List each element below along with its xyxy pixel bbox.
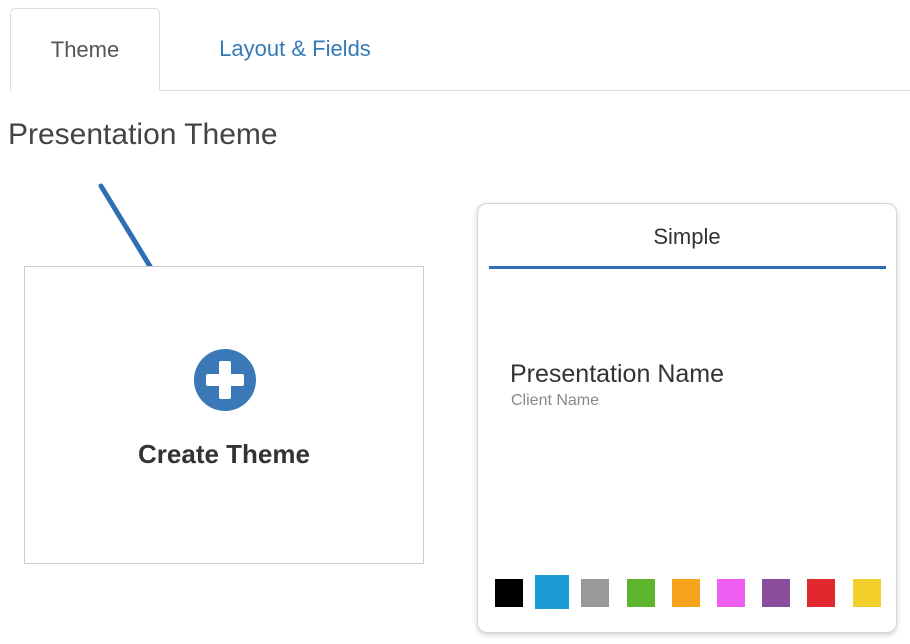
tab-layout-fields[interactable]: Layout & Fields	[160, 8, 430, 90]
color-swatch[interactable]	[627, 579, 655, 607]
preview-client-name: Client Name	[511, 392, 600, 409]
tab-theme[interactable]: Theme	[10, 8, 160, 91]
color-swatches	[495, 575, 885, 609]
preview-presentation-name: Presentation Name	[510, 360, 725, 388]
tab-bar: Theme Layout & Fields	[10, 8, 910, 91]
color-swatch[interactable]	[807, 579, 835, 607]
theme-name: Simple	[653, 224, 721, 249]
color-swatch[interactable]	[581, 579, 609, 607]
color-swatch[interactable]	[717, 579, 745, 607]
create-theme-label: Create Theme	[138, 439, 310, 469]
theme-name-underline	[489, 266, 886, 269]
color-swatch[interactable]	[535, 575, 569, 609]
color-swatch[interactable]	[672, 579, 700, 607]
create-theme-card[interactable]: Create Theme	[24, 266, 424, 564]
theme-card-simple[interactable]: Simple Presentation Name Client Name	[477, 203, 897, 633]
color-swatch[interactable]	[853, 579, 881, 607]
color-swatch[interactable]	[762, 579, 790, 607]
color-swatch[interactable]	[495, 579, 523, 607]
plus-circle-icon[interactable]	[194, 349, 256, 411]
page-title: Presentation Theme	[8, 118, 278, 151]
